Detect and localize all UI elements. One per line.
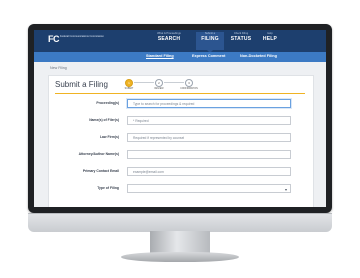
- step-submit-dot: 1: [125, 79, 133, 87]
- logo-mark: FC: [48, 34, 60, 44]
- monitor-frame: FC Federal Communications Commission Wha…: [28, 24, 332, 213]
- step-review: 2 REVIEW: [149, 79, 169, 90]
- step-review-label: REVIEW: [154, 88, 164, 90]
- site-header: FC Federal Communications Commission Wha…: [34, 30, 326, 53]
- nav-filing[interactable]: Submit a FILING: [196, 32, 224, 53]
- tab-non-docketed-filing[interactable]: Non-Docketed Filing: [240, 54, 277, 58]
- step-confirmation-dot: 3: [185, 79, 193, 87]
- step-confirmation-label: CONFIRMATION: [180, 88, 198, 90]
- row-proceedings: Proceeding(s) Type to search for proceed…: [49, 99, 313, 111]
- monitor-stand-base: [121, 252, 239, 262]
- progress-steps: 1 SUBMIT 2 REVIEW 3 CONFIRMATION: [119, 79, 229, 93]
- type-of-filing-label: Type of Filing: [97, 186, 119, 190]
- row-email: Primary Contact Email example@email.com: [49, 167, 313, 179]
- filers-input[interactable]: * Required: [127, 116, 291, 125]
- tab-express-comment[interactable]: Express Comment: [192, 54, 225, 58]
- step-submit-label: SUBMIT: [124, 88, 134, 90]
- attorney-label: Attorney/Author Name(s): [78, 152, 119, 156]
- nav-status-label: STATUS: [230, 36, 252, 42]
- law-firms-label: Law Firm(s): [99, 135, 119, 139]
- fcc-logo[interactable]: FC Federal Communications Commission: [48, 34, 108, 48]
- email-field[interactable]: example@email.com: [127, 167, 291, 176]
- nav-help-label: HELP: [262, 36, 278, 42]
- row-law-firms: Law Firm(s) Required if represented by c…: [49, 133, 313, 145]
- chevron-down-icon: ▾: [284, 187, 287, 192]
- row-filers: Name(s) of Filer(s) * Required: [49, 116, 313, 128]
- attorney-input[interactable]: [127, 150, 291, 159]
- proceedings-input[interactable]: Type to search for proceedings & require…: [127, 99, 291, 108]
- step-review-dot: 2: [155, 79, 163, 87]
- type-of-filing-select[interactable]: ▾: [127, 184, 291, 193]
- filers-label: Name(s) of Filer(s): [89, 118, 119, 122]
- form-title: Submit a Filing: [55, 80, 108, 89]
- nav-search[interactable]: What & Proceedings SEARCH: [144, 32, 194, 50]
- nav-filing-label: FILING: [201, 36, 219, 42]
- monitor-chin: [28, 213, 332, 232]
- filing-form: Submit a Filing 1 SUBMIT 2 REVIEW 3 CONF…: [48, 75, 314, 207]
- email-label: Primary Contact Email: [82, 169, 119, 173]
- proceedings-label: Proceeding(s): [96, 101, 119, 105]
- breadcrumb[interactable]: New Filing: [50, 66, 67, 70]
- logo-name: Federal Communications Commission: [60, 35, 104, 38]
- tab-standard-filing[interactable]: Standard Filing: [146, 54, 174, 58]
- nav-search-label: SEARCH: [157, 36, 181, 42]
- step-submit: 1 SUBMIT: [119, 79, 139, 90]
- step-confirmation: 3 CONFIRMATION: [179, 79, 199, 90]
- title-underline: [55, 93, 305, 94]
- nav-help[interactable]: Help HELP: [258, 32, 282, 50]
- sub-navigation: Standard Filing Express Comment Non-Dock…: [34, 52, 326, 62]
- row-type-of-filing: Type of Filing ▾: [49, 184, 313, 196]
- row-attorney: Attorney/Author Name(s): [49, 150, 313, 162]
- nav-status[interactable]: Check Filing STATUS: [226, 32, 256, 50]
- screen: FC Federal Communications Commission Wha…: [34, 30, 326, 207]
- law-firms-input[interactable]: Required if represented by counsel: [127, 133, 291, 142]
